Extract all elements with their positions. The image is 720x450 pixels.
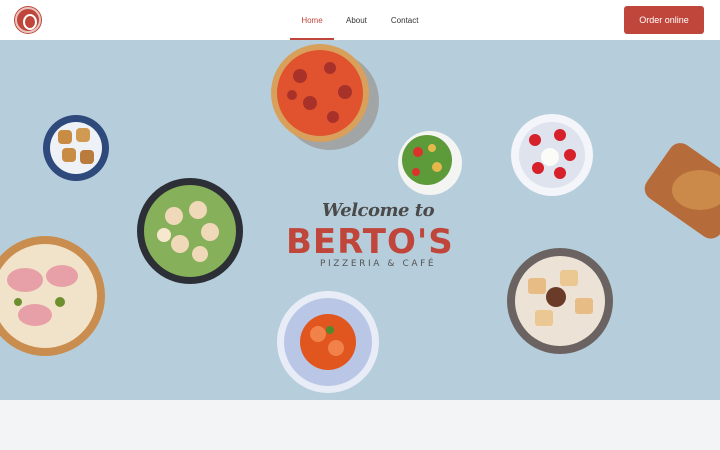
nav-contact[interactable]: Contact xyxy=(379,0,431,40)
pastry-plate-image xyxy=(43,115,109,181)
brand-name: BERTO'S xyxy=(286,222,454,262)
bertos-logo-icon[interactable] xyxy=(15,7,41,33)
order-online-button[interactable]: Order online xyxy=(624,6,704,34)
pepperoni-pizza-image xyxy=(271,44,379,150)
calzone-board-image xyxy=(644,143,720,239)
prosciutto-pizza-image xyxy=(0,236,105,356)
nav-home[interactable]: Home xyxy=(290,0,334,40)
pasta-salad-image xyxy=(398,131,462,195)
welcome-heading: Welcome to xyxy=(322,200,435,221)
strawberry-burrata-image xyxy=(511,114,593,196)
fried-dough-plate-image xyxy=(507,248,613,354)
caesar-salad-image xyxy=(137,178,243,284)
pasta-plate-image xyxy=(277,291,379,393)
hero-section: Welcome to BERTO'S PIZZERIA & CAFÉ xyxy=(0,40,720,400)
nav-about[interactable]: About xyxy=(334,0,379,40)
brand-tagline: PIZZERIA & CAFÉ xyxy=(320,259,437,269)
site-header: Home About Contact Order online xyxy=(0,0,720,40)
page-lower-section xyxy=(0,400,720,450)
main-nav: Home About Contact xyxy=(290,0,430,40)
